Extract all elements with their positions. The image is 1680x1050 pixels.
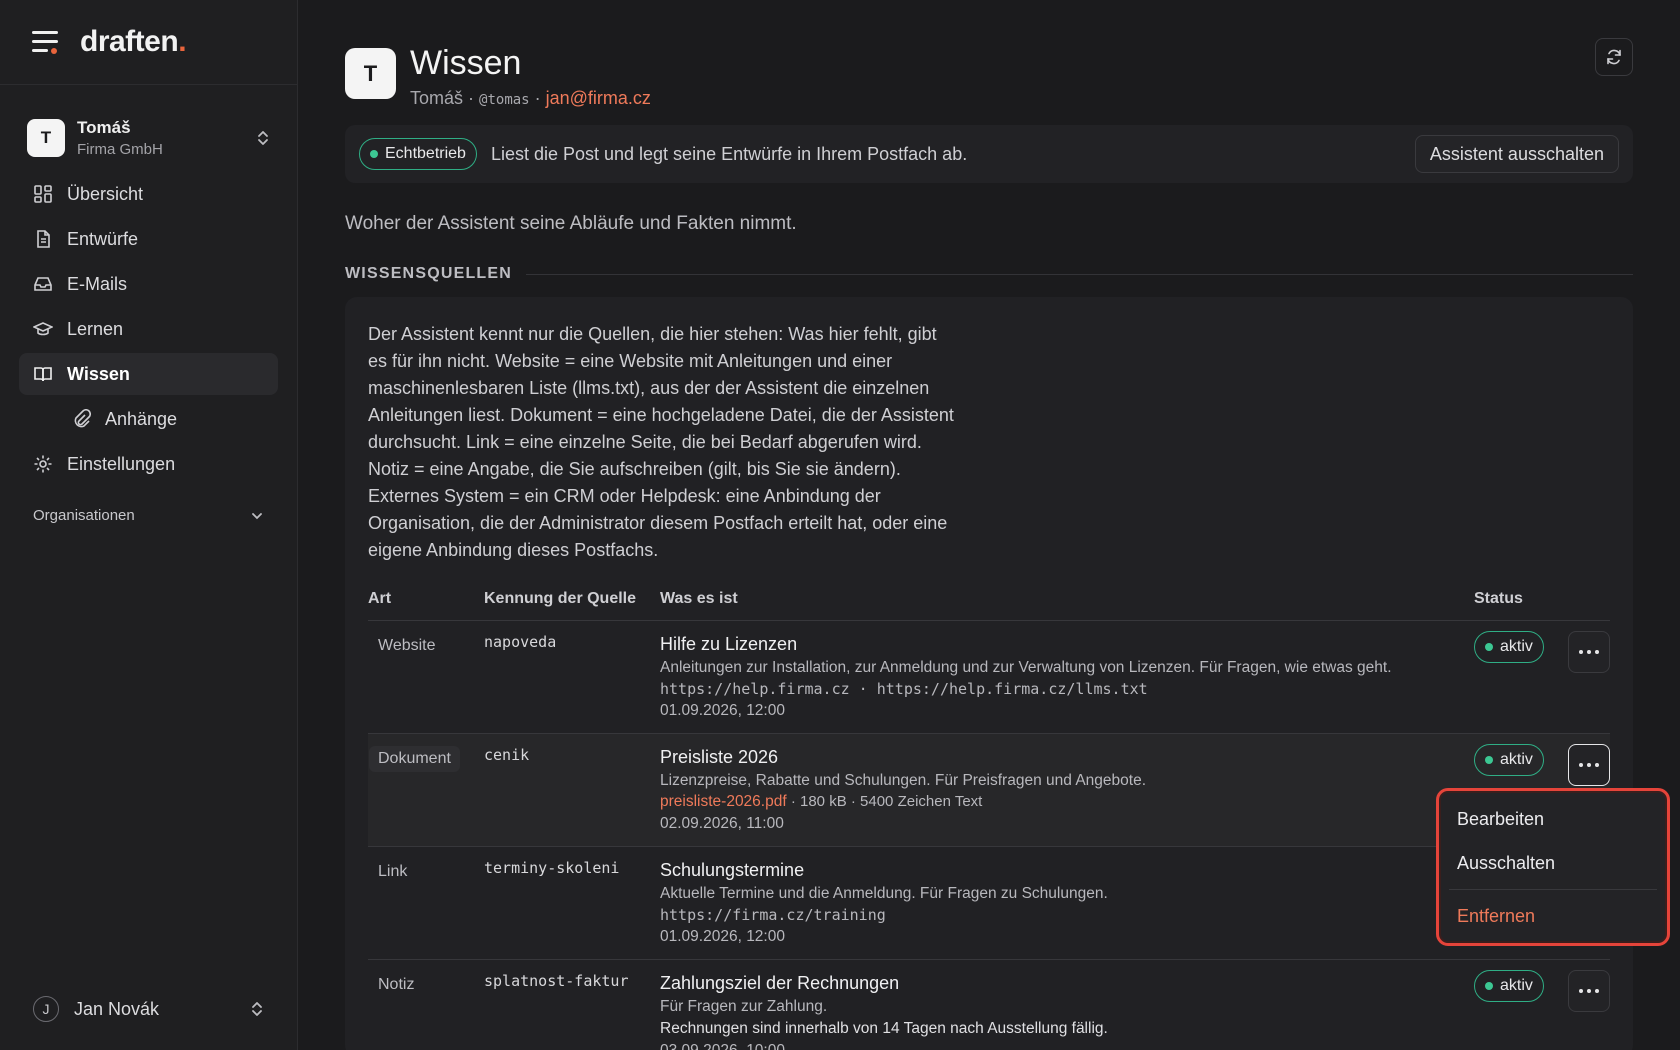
user-menu[interactable]: J Jan Novák — [33, 996, 264, 1022]
book-icon — [33, 364, 53, 384]
refresh-icon — [1607, 49, 1621, 65]
col-was: Was es ist — [660, 578, 1474, 621]
source-url[interactable]: https://firma.cz/training — [660, 906, 1474, 924]
refresh-button[interactable] — [1595, 38, 1633, 76]
sources-table: Art Kennung der Quelle Was es ist Status… — [368, 578, 1610, 1050]
table-row: Website napoveda Hilfe zu Lizenzen Anlei… — [368, 620, 1610, 734]
col-kennung: Kennung der Quelle — [484, 578, 660, 621]
row-actions-button[interactable] — [1568, 969, 1610, 1012]
sidebar-nav: Übersicht Entwürfe E-Mails Lernen Wissen… — [0, 173, 297, 485]
sources-intro: Der Assistent kennt nur die Quellen, die… — [368, 324, 954, 560]
status-badge: aktiv — [1474, 969, 1544, 1002]
user-avatar: J — [33, 996, 59, 1022]
col-art: Art — [368, 578, 484, 621]
sidebar-item-lernen[interactable]: Lernen — [19, 308, 278, 350]
row-actions-button[interactable] — [1568, 630, 1610, 673]
status-badge: aktiv — [1474, 743, 1544, 776]
paperclip-icon — [71, 409, 91, 429]
page-lead: Woher der Assistent seine Abläufe und Fa… — [345, 213, 797, 234]
table-row: Link terminy-skoleni Schulungstermine Ak… — [368, 846, 1610, 960]
mailbox-meta: Tomáš · @tomas · jan@firma.cz — [410, 88, 651, 108]
user-name: Jan Novák — [74, 998, 160, 1019]
inbox-icon — [33, 274, 53, 294]
source-title: Hilfe zu Lizenzen — [660, 633, 798, 654]
sidebar: draften. T Tomáš Firma GmbH Übersicht En… — [0, 0, 298, 1050]
col-status: Status — [1474, 578, 1568, 621]
dashboard-icon — [33, 184, 53, 204]
chevron-updown-icon — [258, 131, 268, 145]
document-icon — [33, 229, 53, 249]
chevron-down-icon — [252, 512, 262, 519]
assistant-status-bar: Echtbetrieb Liest die Post und legt sein… — [345, 125, 1633, 183]
menu-item-edit[interactable]: Bearbeiten — [1449, 797, 1657, 841]
section-heading: WISSENSQUELLEN — [345, 265, 1633, 283]
menu-icon[interactable] — [32, 31, 58, 54]
source-title: Schulungstermine — [660, 859, 805, 880]
organisations-section-toggle[interactable]: Organisationen — [0, 507, 297, 524]
status-badge: aktiv — [1474, 630, 1544, 663]
page-header: T Wissen Tomáš · @tomas · jan@firma.cz — [345, 38, 1680, 109]
source-url[interactable]: https://help.firma.cz · https://help.fir… — [660, 680, 1474, 698]
chevron-updown-icon — [252, 1002, 262, 1016]
disable-assistant-button[interactable]: Assistent ausschalten — [1414, 135, 1619, 173]
table-row: Dokument cenik Preisliste 2026 Lizenzpre… — [368, 733, 1610, 847]
org-company: Firma GmbH — [77, 141, 163, 158]
logo[interactable]: draften. — [80, 25, 187, 59]
sidebar-item-anhaenge[interactable]: Anhänge — [19, 398, 278, 440]
source-file-link[interactable]: preisliste-2026.pdf — [660, 793, 787, 810]
menu-item-remove[interactable]: Entfernen — [1449, 894, 1657, 938]
status-badge: Echtbetrieb — [359, 138, 477, 170]
sidebar-item-entwuerfe[interactable]: Entwürfe — [19, 218, 278, 260]
page-title: Wissen — [410, 44, 522, 82]
sidebar-item-emails[interactable]: E-Mails — [19, 263, 278, 305]
graduation-cap-icon — [33, 319, 53, 339]
sidebar-item-wissen[interactable]: Wissen — [19, 353, 278, 395]
mailbox-email-link[interactable]: jan@firma.cz — [546, 88, 651, 108]
sidebar-item-einstellungen[interactable]: Einstellungen — [19, 443, 278, 485]
sidebar-item-uebersicht[interactable]: Übersicht — [19, 173, 278, 215]
gear-icon — [33, 454, 53, 474]
menu-item-disable[interactable]: Ausschalten — [1449, 841, 1657, 885]
row-actions-button[interactable] — [1568, 743, 1610, 786]
org-user-name: Tomáš — [77, 118, 131, 137]
status-description: Liest die Post und legt seine Entwürfe i… — [490, 143, 968, 164]
menu-divider — [1449, 889, 1657, 890]
brand-bar: draften. — [0, 0, 297, 85]
source-title: Zahlungsziel der Rechnungen — [660, 972, 900, 993]
org-switcher[interactable]: T Tomáš Firma GmbH — [0, 115, 297, 161]
row-actions-menu: Bearbeiten Ausschalten Entfernen — [1436, 788, 1670, 946]
mailbox-avatar: T — [345, 48, 396, 99]
table-row: Notiz splatnost-faktur Zahlungsziel der … — [368, 959, 1610, 1050]
source-title: Preisliste 2026 — [660, 746, 779, 767]
org-avatar: T — [27, 119, 65, 157]
